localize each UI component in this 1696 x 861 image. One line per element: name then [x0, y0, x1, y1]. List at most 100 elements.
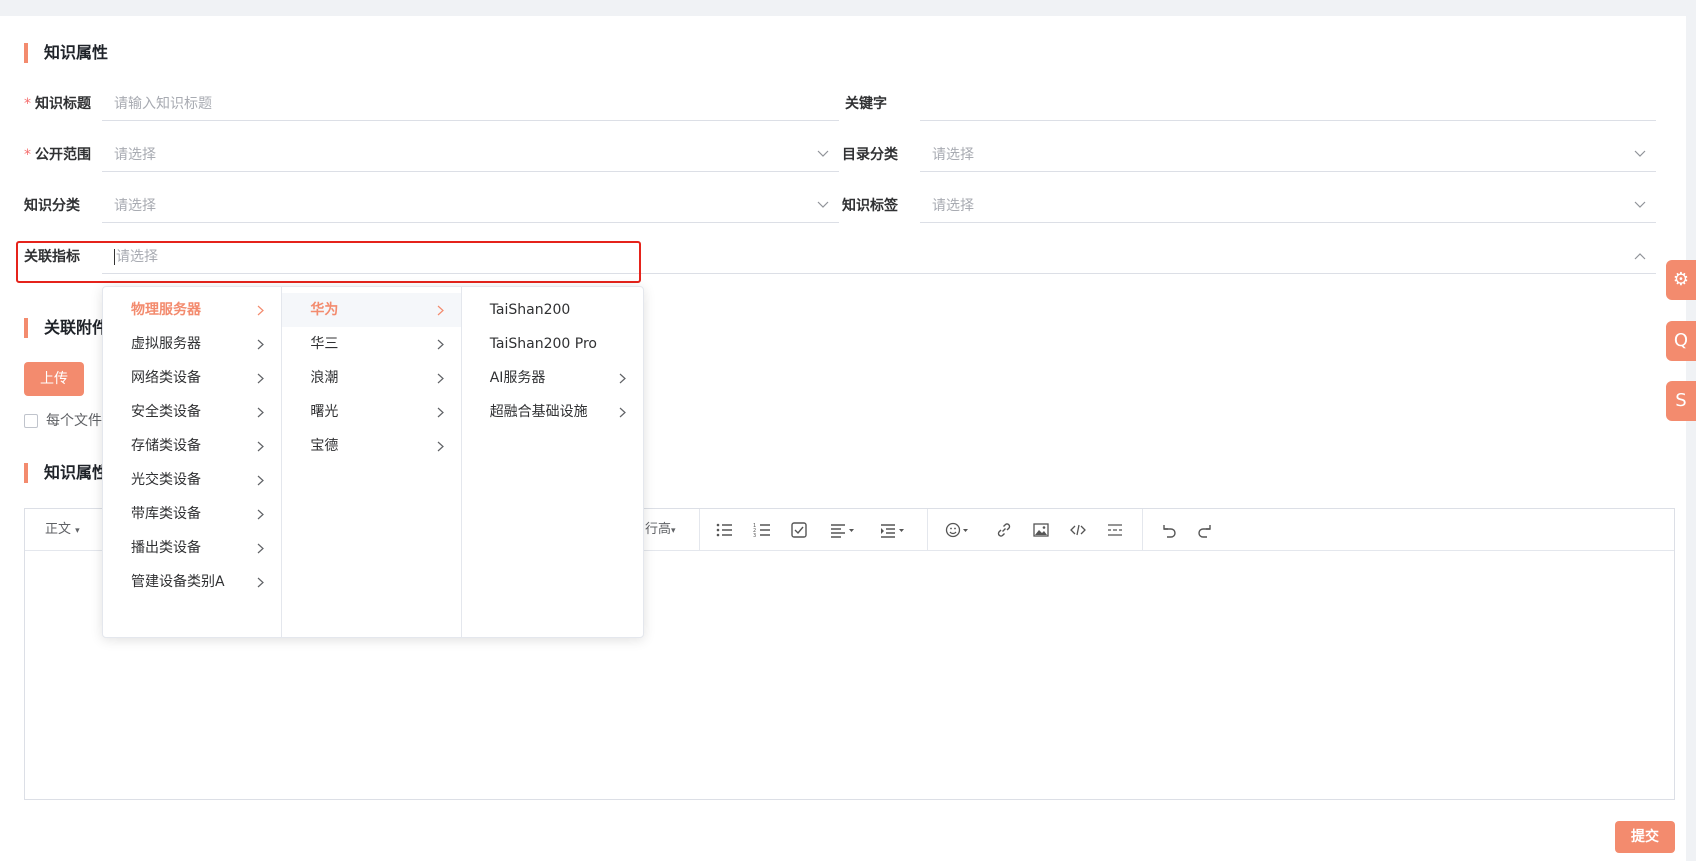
metric-cascader-dropdown: 物理服务器 虚拟服务器 网络类设备 安全类设备 存储类设备 光交类设备 带库类设…	[102, 286, 644, 638]
cascader-option[interactable]: 宝德	[282, 429, 460, 463]
cascader-option-label: 管建设备类别A	[131, 574, 225, 590]
tag-select[interactable]: 请选择	[920, 189, 1656, 223]
chevron-down-icon	[1632, 189, 1648, 223]
scope-placeholder: 请选择	[114, 147, 156, 163]
cascader-option[interactable]: 网络类设备	[103, 361, 281, 395]
chevron-right-icon	[437, 395, 447, 429]
chevron-right-icon	[257, 565, 267, 599]
undo-icon[interactable]	[1159, 521, 1177, 539]
scope-label-text: 公开范围	[35, 147, 91, 163]
catalog-label: 目录分类	[842, 147, 898, 163]
tag-label: 知识标签	[842, 198, 898, 214]
scope-select[interactable]: 请选择	[102, 138, 839, 172]
chevron-right-icon	[437, 429, 447, 463]
redo-icon[interactable]	[1197, 521, 1215, 539]
paragraph-style-label: 正文	[45, 522, 72, 537]
s-letter-label: S	[1675, 390, 1687, 411]
divider-line-icon[interactable]	[1106, 521, 1124, 539]
required-mark: *	[24, 96, 31, 112]
chevron-right-icon	[437, 293, 447, 327]
category-select[interactable]: 请选择	[102, 189, 839, 223]
cascader-option-label: 虚拟服务器	[131, 336, 201, 352]
upload-button[interactable]: 上传	[24, 362, 84, 396]
q-float-button[interactable]: Q	[1666, 321, 1696, 361]
chevron-down-icon	[815, 189, 831, 223]
chevron-right-icon	[257, 497, 267, 531]
cascader-option[interactable]: 播出类设备	[103, 531, 281, 565]
cascader-option[interactable]: 管建设备类别A	[103, 565, 281, 599]
cascader-option[interactable]: AI服务器	[462, 361, 643, 395]
toolbar-divider	[927, 509, 928, 551]
chevron-up-icon	[1632, 240, 1648, 274]
chevron-right-icon	[257, 395, 267, 429]
cascader-option[interactable]: TaiShan200	[462, 293, 643, 327]
cascader-option-label: 物理服务器	[131, 302, 201, 318]
keyword-label: 关键字	[845, 96, 887, 112]
cascader-option[interactable]: 华三	[282, 327, 460, 361]
cascader-option[interactable]: 带库类设备	[103, 497, 281, 531]
chevron-right-icon	[437, 361, 447, 395]
cascader-option[interactable]: 曙光	[282, 395, 460, 429]
emoji-icon[interactable]	[945, 521, 971, 539]
gear-icon: ⚙	[1672, 269, 1690, 290]
cascader-option[interactable]: 虚拟服务器	[103, 327, 281, 361]
paragraph-style-dropdown[interactable]: 正文 ▾	[45, 509, 80, 551]
cascader-option[interactable]: 光交类设备	[103, 463, 281, 497]
section-title-content: 知识属性	[24, 463, 108, 483]
cascader-option[interactable]: 浪潮	[282, 361, 460, 395]
checklist-icon[interactable]	[790, 521, 808, 539]
chevron-right-icon	[619, 361, 629, 395]
image-icon[interactable]	[1032, 521, 1050, 539]
cascader-option[interactable]: 华为	[282, 293, 461, 327]
chevron-right-icon	[257, 531, 267, 565]
s-float-button[interactable]: S	[1666, 381, 1696, 421]
cascader-option[interactable]: 安全类设备	[103, 395, 281, 429]
cascader-option-label: 带库类设备	[131, 506, 201, 522]
catalog-select[interactable]: 请选择	[920, 138, 1656, 172]
indent-icon[interactable]	[880, 521, 906, 539]
svg-text:3: 3	[753, 533, 756, 539]
cascader-option[interactable]: 超融合基础设施	[462, 395, 643, 429]
chevron-right-icon	[257, 463, 267, 497]
code-icon[interactable]	[1069, 521, 1087, 539]
cascader-column-vendor: 华为 华三 浪潮 曙光 宝德	[282, 287, 462, 637]
cascader-option-label: 宝德	[310, 438, 339, 454]
category-placeholder: 请选择	[114, 198, 156, 214]
cascader-option-label: 超融合基础设施	[489, 404, 588, 420]
cascader-option-label: AI服务器	[489, 370, 546, 386]
submit-button[interactable]: 提交	[1615, 821, 1675, 853]
cascader-option-label: 存储类设备	[131, 438, 201, 454]
line-height-label: 行高	[645, 522, 672, 537]
cascader-option-label: 光交类设备	[131, 472, 201, 488]
title-placeholder: 请输入知识标题	[114, 96, 212, 112]
settings-float-button[interactable]: ⚙	[1666, 260, 1696, 300]
chevron-down-icon	[1632, 138, 1648, 172]
numbered-list-icon[interactable]: 123	[753, 521, 771, 539]
per-file-checkbox[interactable]	[24, 414, 38, 428]
cascader-option-label: TaiShan200 Pro	[489, 336, 597, 352]
cascader-option-label: TaiShan200	[489, 302, 571, 318]
chevron-right-icon	[257, 293, 267, 327]
link-icon[interactable]	[995, 521, 1013, 539]
cascader-option-label: 华为	[310, 302, 339, 318]
bullet-list-icon[interactable]	[715, 521, 733, 539]
cascader-option[interactable]: 存储类设备	[103, 429, 281, 463]
category-label: 知识分类	[24, 198, 80, 214]
align-icon[interactable]	[830, 521, 856, 539]
cascader-option-label: 曙光	[310, 404, 339, 420]
tag-placeholder: 请选择	[932, 198, 974, 214]
section-title-knowledge-attributes: 知识属性	[24, 43, 108, 63]
toolbar-divider	[699, 509, 700, 551]
scope-label: * 公开范围	[24, 145, 91, 165]
cascader-option[interactable]: 物理服务器	[103, 293, 281, 327]
chevron-right-icon	[257, 361, 267, 395]
cascader-option-label: 安全类设备	[131, 404, 201, 420]
title-input[interactable]: 请输入知识标题	[102, 87, 839, 121]
q-letter-label: Q	[1673, 330, 1689, 351]
keyword-input[interactable]	[920, 87, 1656, 121]
cascader-option[interactable]: TaiShan200 Pro	[462, 327, 643, 361]
cascader-column-model: TaiShan200 TaiShan200 Pro AI服务器 超融合基础设施	[462, 287, 643, 637]
cascader-option-label: 浪潮	[310, 370, 339, 386]
line-height-dropdown[interactable]: 行高▾	[645, 509, 676, 551]
title-label: * 知识标题	[24, 94, 91, 114]
